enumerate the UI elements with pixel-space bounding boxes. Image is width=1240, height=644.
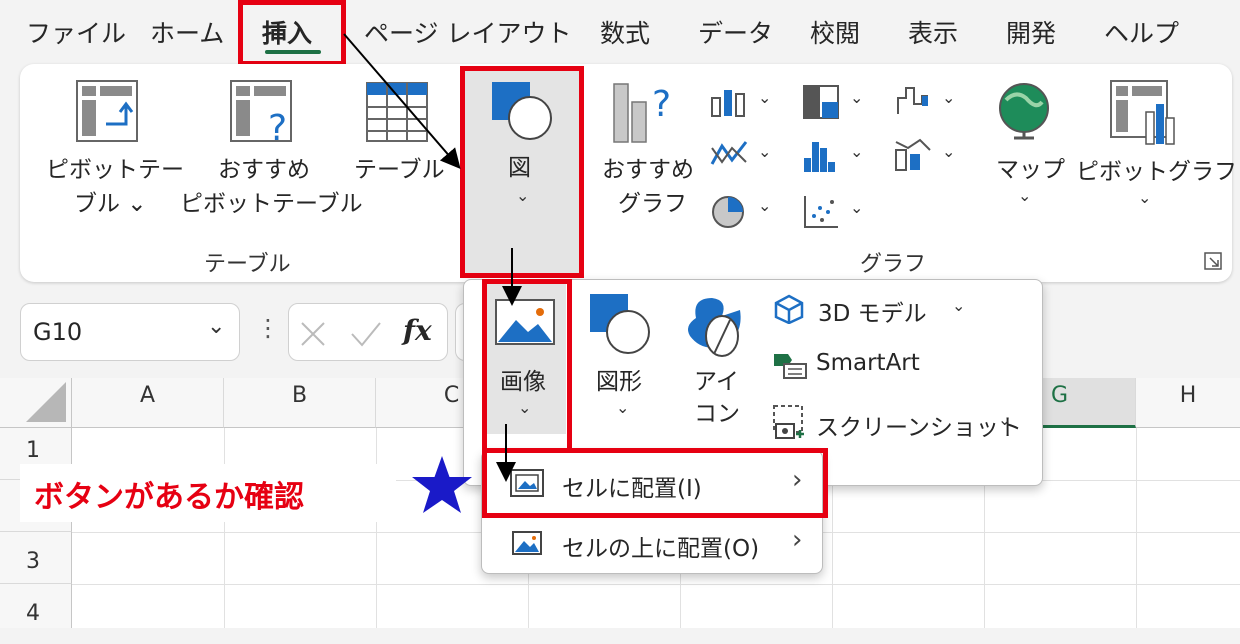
annotation-arrows <box>343 33 522 482</box>
